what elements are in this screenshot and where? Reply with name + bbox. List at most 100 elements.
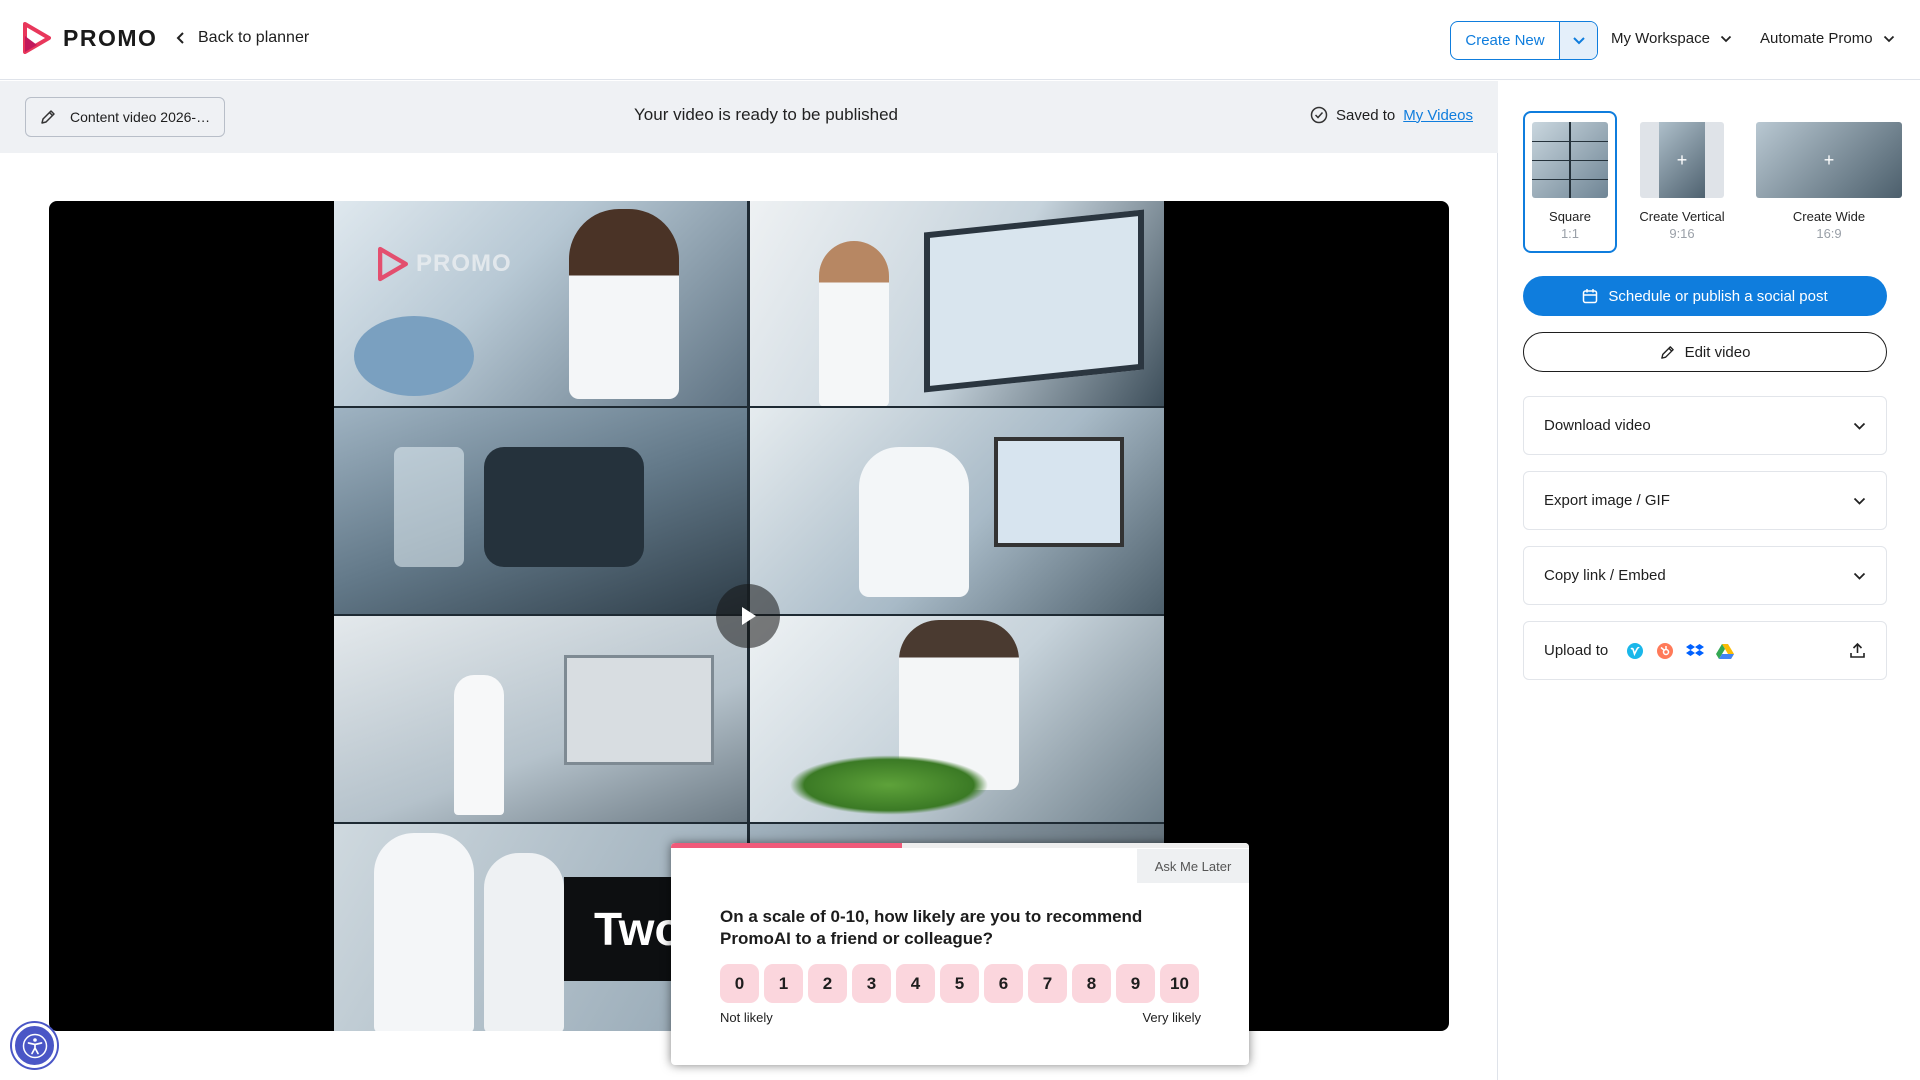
schedule-publish-button[interactable]: Schedule or publish a social post (1523, 276, 1887, 316)
vimeo-icon[interactable] (1626, 642, 1644, 660)
plus-icon: + (1659, 122, 1705, 198)
format-ratio: 9:16 (1669, 226, 1695, 241)
nps-score-button[interactable]: 9 (1116, 964, 1155, 1003)
schedule-label: Schedule or publish a social post (1608, 287, 1828, 305)
format-vertical[interactable]: + Create Vertical 9:16 (1636, 111, 1728, 253)
top-header: PROMO Back to planner Create New My Work… (0, 0, 1920, 80)
caption-text: Two (594, 903, 683, 955)
scientist-figure (374, 833, 474, 1031)
nps-score-button[interactable]: 7 (1028, 964, 1067, 1003)
nps-score-button[interactable]: 2 (808, 964, 847, 1003)
chevron-down-icon (1853, 572, 1866, 580)
upload-icon[interactable] (1849, 642, 1866, 659)
nps-score-button[interactable]: 6 (984, 964, 1023, 1003)
accessibility-button[interactable] (12, 1023, 57, 1068)
nps-score-button[interactable]: 0 (720, 964, 759, 1003)
nps-survey-popup: Ask Me Later On a scale of 0-10, how lik… (671, 843, 1249, 1065)
promo-logo[interactable]: PROMO (23, 22, 157, 54)
play-icon (742, 607, 756, 625)
automate-promo-label: Automate Promo (1760, 30, 1873, 47)
grid-divider (334, 822, 1164, 824)
edit-label: Edit video (1684, 343, 1751, 361)
scientist-figure (819, 241, 889, 407)
survey-progress-track (671, 843, 1249, 848)
chevron-down-icon (1572, 37, 1585, 45)
chevron-left-icon (176, 32, 184, 44)
saved-status: Saved to My Videos (1310, 106, 1473, 124)
chevron-down-icon (1853, 497, 1866, 505)
survey-question: On a scale of 0-10, how likely are you t… (720, 907, 1143, 948)
download-video-accordion[interactable]: Download video (1523, 396, 1887, 455)
export-image-gif-accordion[interactable]: Export image / GIF (1523, 471, 1887, 530)
video-tile (334, 407, 749, 615)
chevron-down-icon (1720, 35, 1732, 42)
scientist-figure (484, 853, 564, 1031)
nps-score-button[interactable]: 5 (940, 964, 979, 1003)
nps-score-button[interactable]: 10 (1160, 964, 1199, 1003)
create-new-dropdown-toggle[interactable] (1559, 22, 1597, 59)
format-ratio: 1:1 (1560, 226, 1580, 241)
ask-me-later-button[interactable]: Ask Me Later (1137, 849, 1249, 883)
dropbox-icon[interactable] (1686, 643, 1705, 659)
upload-to-row[interactable]: Upload to (1523, 621, 1887, 680)
nps-score-button[interactable]: 8 (1072, 964, 1111, 1003)
format-thumbnail (1532, 122, 1608, 198)
format-label: Create Wide (1792, 209, 1866, 224)
google-drive-icon[interactable] (1716, 643, 1735, 659)
edit-video-button[interactable]: Edit video (1523, 332, 1887, 372)
monitor-shape (924, 209, 1144, 393)
automate-promo-dropdown[interactable]: Automate Promo (1760, 30, 1895, 47)
back-to-planner-link[interactable]: Back to planner (176, 29, 309, 47)
plus-icon: + (1756, 122, 1902, 198)
beaker-shape (394, 447, 464, 567)
scientist-figure (569, 209, 679, 399)
video-tile (749, 615, 1164, 823)
monitor-shape (994, 437, 1124, 547)
upload-services (1626, 642, 1735, 660)
lab-equipment-shape (564, 655, 714, 765)
video-tile (749, 201, 1164, 407)
video-tile (334, 615, 749, 823)
publish-status-text: Your video is ready to be published (634, 105, 898, 124)
saved-prefix: Saved to (1336, 106, 1396, 124)
nps-score-button[interactable]: 4 (896, 964, 935, 1003)
promo-logo-icon (378, 246, 408, 282)
grid-divider (1532, 160, 1608, 161)
watermark-text: PROMO (416, 250, 512, 277)
my-workspace-dropdown[interactable]: My Workspace (1611, 30, 1732, 47)
scientist-figure (859, 447, 969, 597)
grid-divider (1532, 141, 1608, 142)
video-watermark: PROMO (378, 246, 512, 282)
format-label: Create Vertical (1639, 209, 1725, 224)
nps-score-button[interactable]: 3 (852, 964, 891, 1003)
video-toolbar: Content video 2026-… Your video is ready… (0, 81, 1498, 153)
publish-panel: Square 1:1 + Create Vertical 9:16 + Crea… (1499, 81, 1920, 1080)
upload-label: Upload to (1544, 642, 1609, 659)
copy-link-embed-accordion[interactable]: Copy link / Embed (1523, 546, 1887, 605)
create-new-label[interactable]: Create New (1451, 22, 1559, 59)
logo-text: PROMO (63, 24, 158, 51)
create-new-button[interactable]: Create New (1450, 21, 1598, 60)
grid-divider (1532, 179, 1608, 180)
my-videos-link[interactable]: My Videos (1403, 107, 1473, 124)
promo-logo-icon (23, 22, 51, 54)
play-button[interactable] (716, 584, 780, 648)
hubspot-icon[interactable] (1656, 642, 1674, 660)
video-tile (749, 407, 1164, 615)
scientist-figure (454, 675, 504, 815)
export-label: Export image / GIF (1544, 492, 1670, 509)
pencil-icon (1660, 345, 1674, 359)
check-circle-icon (1310, 106, 1328, 124)
scale-low-label: Not likely (720, 1010, 773, 1025)
format-square[interactable]: Square 1:1 (1523, 111, 1617, 253)
back-label: Back to planner (198, 29, 310, 46)
format-thumbnail: + (1640, 122, 1724, 198)
accessibility-icon (22, 1033, 47, 1058)
video-tile (334, 201, 749, 407)
plants-shape (789, 755, 989, 815)
format-wide[interactable]: + Create Wide 16:9 (1753, 111, 1905, 253)
my-workspace-label: My Workspace (1611, 30, 1710, 47)
survey-progress-fill (671, 843, 903, 848)
nps-score-button[interactable]: 1 (764, 964, 803, 1003)
chevron-down-icon (1883, 35, 1894, 42)
